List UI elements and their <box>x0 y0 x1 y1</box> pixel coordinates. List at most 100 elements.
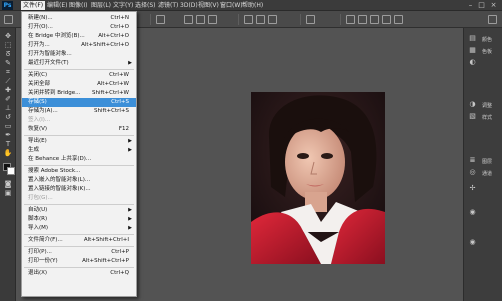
history-brush-icon[interactable]: ↺ <box>3 113 13 121</box>
dock-label: 颜色 <box>482 37 493 43</box>
tool-preset-icon[interactable] <box>4 15 13 24</box>
styles-panel-icon[interactable]: ▧ <box>468 112 477 120</box>
menu-item-shortcut: Ctrl+S <box>111 99 129 105</box>
menu-10[interactable]: 帮助(H) <box>240 1 265 10</box>
align-top-icon[interactable] <box>184 15 193 24</box>
3d-slide-icon[interactable] <box>394 15 403 24</box>
menu-item-shortcut: Ctrl+N <box>110 15 129 21</box>
menu-item-label: 文件简介(F)... <box>28 237 63 243</box>
file-menu-item[interactable]: 置入链接的智能对象(K)... <box>22 185 136 194</box>
type-icon[interactable]: T <box>3 140 13 148</box>
menu-item-label: 关闭全部 <box>28 81 51 87</box>
file-menu-item[interactable]: 在 Bridge 中浏览(B)... Alt+Ctrl+O <box>22 32 136 41</box>
file-menu-item[interactable]: 导出(E) ▶ <box>22 137 136 146</box>
clone-stamp-icon[interactable]: ⊥ <box>3 104 13 112</box>
pen-icon[interactable]: ✒ <box>3 131 13 139</box>
file-menu-item: 签入(I)... <box>22 116 136 125</box>
3d-mode-icon[interactable] <box>346 15 355 24</box>
brush-icon[interactable]: ✐ <box>3 95 13 103</box>
file-menu-item[interactable]: 关闭(C) Ctrl+W <box>22 71 136 80</box>
file-menu-item[interactable]: 搜索 Adobe Stock... <box>22 167 136 176</box>
menu-6[interactable]: 滤镜(T) <box>156 1 180 10</box>
file-menu-item[interactable]: 恢复(V) F12 <box>22 125 136 134</box>
file-menu-item[interactable]: 脚本(R) ▶ <box>22 215 136 224</box>
file-menu-item[interactable]: 打开为智能对象... <box>22 50 136 59</box>
menu-4[interactable]: 文字(Y) <box>111 1 135 10</box>
workspace-switcher-icon[interactable] <box>488 15 497 24</box>
file-menu-item[interactable]: 退出(X) Ctrl+Q <box>22 269 136 278</box>
screen-mode-icon[interactable]: ▣ <box>3 189 13 197</box>
dock-label: 调整 <box>482 103 493 109</box>
color-panel-icon[interactable]: ◐ <box>468 58 477 66</box>
file-menu-item[interactable]: 打开(O)... Ctrl+O <box>22 23 136 32</box>
dock-label: 样式 <box>482 115 493 121</box>
quick-mask-icon[interactable]: ◙ <box>3 180 13 188</box>
file-menu-item[interactable]: 在 Behance 上共享(D)... <box>22 155 136 164</box>
3d-roll-icon[interactable] <box>370 15 379 24</box>
file-menu-item[interactable]: 打印一份(Y) Alt+Shift+Ctrl+P <box>22 257 136 266</box>
file-menu-item[interactable]: 生成 ▶ <box>22 146 136 155</box>
paths-panel-icon[interactable]: ✢ <box>468 184 477 192</box>
eyedropper-icon[interactable]: ⟋ <box>3 77 13 85</box>
file-menu-item[interactable]: 新建(N)... Ctrl+N <box>22 14 136 23</box>
submenu-arrow-icon: ▶ <box>128 225 132 231</box>
menu-3[interactable]: 图层(L) <box>89 1 113 10</box>
3d-rotate-icon[interactable] <box>358 15 367 24</box>
marquee-icon[interactable]: ⬚ <box>3 41 13 49</box>
file-menu-item[interactable]: 关闭并转到 Bridge... Shift+Ctrl+W <box>22 89 136 98</box>
menu-item-label: 搜索 Adobe Stock... <box>28 168 81 174</box>
align-middle-icon[interactable] <box>196 15 205 24</box>
file-menu-item[interactable]: 导入(M) ▶ <box>22 224 136 233</box>
file-menu-item[interactable]: 打印(P)... Ctrl+P <box>22 248 136 257</box>
properties-panel-icon[interactable]: ▦ <box>468 46 477 54</box>
visibility-eye-icon[interactable]: ◉ <box>468 238 477 246</box>
channels-panel-icon[interactable]: ◎ <box>468 168 477 176</box>
visibility-eye-icon[interactable]: ◉ <box>468 208 477 216</box>
minimize-button[interactable]: – <box>466 1 475 10</box>
distribute-bottom-icon[interactable] <box>268 15 277 24</box>
file-menu-item[interactable]: 打开为... Alt+Shift+Ctrl+O <box>22 41 136 50</box>
maximize-button[interactable]: □ <box>477 1 486 10</box>
tools-panel: ✥ ⬚ ᘔ ✎ ⌗ ⟋ ✚ ✐ ⊥ ↺ ▭ ✒ T ✋ ◙ ▣ <box>0 28 16 301</box>
align-bottom-icon[interactable] <box>208 15 217 24</box>
close-button[interactable]: × <box>489 1 498 10</box>
menu-item-label: 打开为智能对象... <box>28 51 72 57</box>
move-icon[interactable]: ✥ <box>3 32 13 40</box>
file-menu-item[interactable]: 存储为(A)... Shift+Ctrl+S <box>22 107 136 116</box>
layers-panel-icon[interactable]: ≣ <box>468 156 477 164</box>
menu-1[interactable]: 编辑(E) <box>45 1 69 10</box>
background-color-swatch[interactable] <box>7 167 15 175</box>
menu-0[interactable]: 文件(F) <box>21 1 46 10</box>
menu-2[interactable]: 图像(I) <box>67 1 89 10</box>
healing-brush-icon[interactable]: ✚ <box>3 86 13 94</box>
document-image[interactable] <box>251 92 385 264</box>
history-panel-icon[interactable]: ▤ <box>468 34 477 42</box>
file-menu-item[interactable]: 最近打开文件(T) ▶ <box>22 59 136 68</box>
file-menu-item[interactable]: 存储(S) Ctrl+S <box>22 98 136 107</box>
menu-separator <box>24 69 134 70</box>
distribute-middle-icon[interactable] <box>256 15 265 24</box>
divider <box>150 14 151 25</box>
menu-item-shortcut: Ctrl+O <box>110 24 129 30</box>
menu-separator <box>24 165 134 166</box>
file-menu-item[interactable]: 自动(U) ▶ <box>22 206 136 215</box>
file-menu-item[interactable]: 置入嵌入的智能对象(L)... <box>22 176 136 185</box>
auto-align-icon[interactable] <box>306 15 315 24</box>
quick-select-icon[interactable]: ✎ <box>3 59 13 67</box>
crop-icon[interactable]: ⌗ <box>3 68 13 76</box>
file-menu-item[interactable]: 文件简介(F)... Alt+Shift+Ctrl+I <box>22 236 136 245</box>
adjustments-panel-icon[interactable]: ◑ <box>468 100 477 108</box>
auto-select-checkbox[interactable] <box>156 15 165 24</box>
submenu-arrow-icon: ▶ <box>128 138 132 144</box>
eraser-icon[interactable]: ▭ <box>3 122 13 130</box>
menu-item-label: 脚本(R) <box>28 216 48 222</box>
hand-icon[interactable]: ✋ <box>3 149 13 157</box>
lasso-icon[interactable]: ᘔ <box>3 50 13 58</box>
3d-pan-icon[interactable] <box>382 15 391 24</box>
photoshop-logo-icon: Ps <box>2 1 13 10</box>
menu-5[interactable]: 选择(S) <box>133 1 158 10</box>
distribute-top-icon[interactable] <box>244 15 253 24</box>
file-menu-item[interactable]: 关闭全部 Alt+Ctrl+W <box>22 80 136 89</box>
menu-item-label: 最近打开文件(T) <box>28 60 69 66</box>
menu-item-label: 新建(N)... <box>28 15 53 21</box>
